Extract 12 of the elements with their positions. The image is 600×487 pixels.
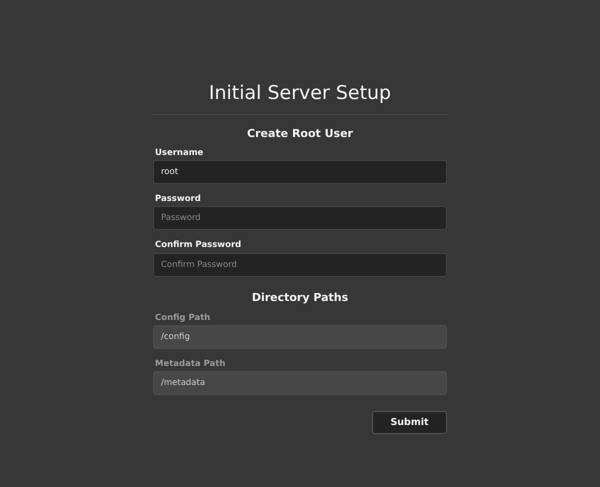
- field-label: Password: [155, 194, 201, 204]
- input-field[interactable]: Password: [153, 206, 447, 230]
- field-label: Metadata Path: [155, 358, 226, 370]
- field-label: Confirm Password: [155, 240, 242, 251]
- field-label: Config Path: [155, 312, 210, 323]
- page-title: Initial Server Setup: [153, 82, 447, 115]
- submit-button[interactable]: Submit: [372, 411, 447, 434]
- section-heading: Directory Paths: [252, 290, 348, 304]
- input-field[interactable]: root: [153, 160, 447, 184]
- section-heading: Create Root User: [247, 126, 353, 140]
- input-field[interactable]: Confirm Password: [153, 252, 447, 277]
- field-label: Username: [155, 148, 204, 158]
